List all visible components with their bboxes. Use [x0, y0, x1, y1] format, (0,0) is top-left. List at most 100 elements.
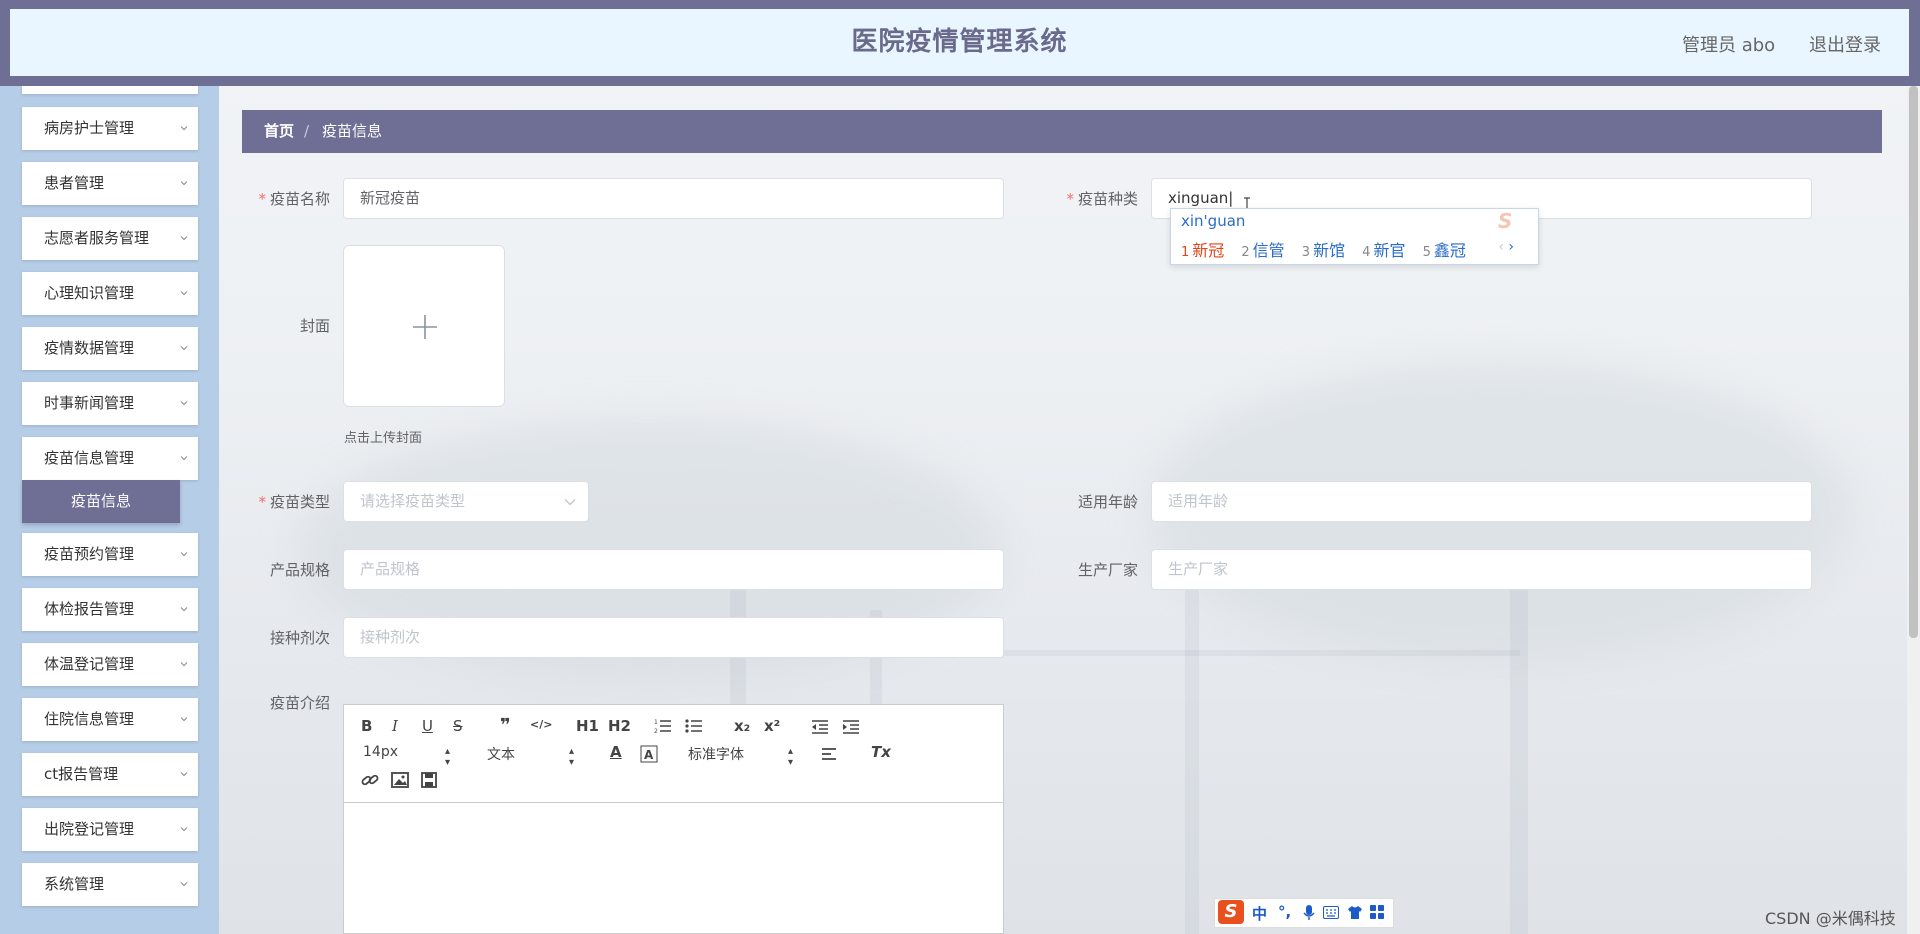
age-input[interactable]: 适用年龄: [1151, 481, 1812, 522]
underline-button[interactable]: U: [422, 717, 433, 735]
align-icon[interactable]: [821, 747, 837, 761]
vaccine-type-placeholder: 请选择疫苗类型: [360, 492, 466, 510]
breadcrumb-home[interactable]: 首页: [264, 110, 294, 153]
chevron-down-icon: [564, 499, 576, 506]
vaccine-type-select[interactable]: 请选择疫苗类型: [343, 481, 589, 522]
bold-button[interactable]: B: [361, 717, 372, 735]
font-family-value: 标准字体: [688, 747, 744, 763]
ime-candidate[interactable]: 3 新馆: [1302, 241, 1345, 260]
subscript-button[interactable]: x₂: [734, 717, 750, 735]
maker-input[interactable]: 生产厂家: [1151, 549, 1812, 590]
superscript-button[interactable]: x²: [764, 717, 780, 735]
rich-text-editor: B I U S ❞ </> H1 H2 12 x₂ x² 14px ▴ ▾ 文本 …: [343, 704, 1004, 934]
sidebar-item-vaccine-booking[interactable]: 疫苗预约管理: [22, 533, 198, 576]
chevron-down-icon: [180, 401, 188, 406]
page-scrollbar[interactable]: [1907, 86, 1920, 934]
app-title: 医院疫情管理系统: [851, 27, 1068, 57]
chevron-down-icon: [180, 346, 188, 351]
sidebar-item-system[interactable]: 系统管理: [22, 863, 198, 906]
header-select[interactable]: 文本 ▴ ▾: [487, 744, 577, 768]
chevron-down-icon: [180, 552, 188, 557]
chevron-down-icon: [180, 827, 188, 832]
sogou-logo-icon: S: [1218, 900, 1244, 924]
sidebar-subitem-vaccine-info[interactable]: 疫苗信息: [22, 480, 180, 523]
dose-input[interactable]: 接种剂次: [343, 617, 1004, 658]
video-icon[interactable]: [421, 772, 437, 788]
sidebar-item-checkup-report[interactable]: 体检报告管理: [22, 588, 198, 631]
chevron-down-icon: [180, 126, 188, 131]
sidebar-item-label: ct报告管理: [44, 765, 119, 783]
ime-prev-icon[interactable]: ‹: [1498, 239, 1504, 255]
clear-format-button[interactable]: Tx: [871, 743, 891, 761]
sidebar-item-hospitalization[interactable]: 住院信息管理: [22, 698, 198, 741]
svg-text:1: 1: [654, 719, 658, 726]
editor-content-area[interactable]: [344, 803, 1003, 933]
sidebar-item-partial[interactable]: [22, 86, 198, 94]
ime-page-nav[interactable]: ‹ ›: [1498, 239, 1514, 255]
sidebar-item-news[interactable]: 时事新闻管理: [22, 382, 198, 425]
microphone-icon[interactable]: [1303, 905, 1315, 921]
sidebar-item-label: 疫苗预约管理: [44, 545, 135, 563]
chevron-down-icon: [180, 181, 188, 186]
sidebar-item-epidemic-data[interactable]: 疫情数据管理: [22, 327, 198, 370]
blockquote-button[interactable]: ❞: [500, 715, 511, 736]
spec-input[interactable]: 产品规格: [343, 549, 1004, 590]
scrollbar-thumb[interactable]: [1909, 86, 1918, 638]
intro-label: 疫苗介绍: [269, 694, 330, 712]
font-size-value: 14px: [363, 744, 398, 760]
ime-punctuation-button[interactable]: °,: [1278, 903, 1291, 921]
ime-chinese-mode-button[interactable]: 中: [1252, 903, 1267, 924]
select-arrows-icon: ▴ ▾: [569, 746, 575, 768]
ime-candidate[interactable]: 2 信管: [1241, 241, 1284, 260]
header2-button[interactable]: H2: [608, 717, 631, 735]
bullet-list-icon[interactable]: [685, 718, 703, 734]
sidebar: 病房护士管理 患者管理 志愿者服务管理 心理知识管理 疫情数据管理 时事新闻管理…: [0, 86, 219, 934]
sidebar-item-volunteer[interactable]: 志愿者服务管理: [22, 217, 198, 260]
logout-link[interactable]: 退出登录: [1809, 31, 1881, 57]
editor-toolbar: B I U S ❞ </> H1 H2 12 x₂ x² 14px ▴ ▾ 文本 …: [344, 705, 1003, 803]
vaccine-name-input[interactable]: 新冠疫苗: [343, 178, 1004, 219]
dose-label: 接种剂次: [269, 629, 330, 647]
link-icon[interactable]: [361, 772, 379, 788]
ime-pinyin: xin'guan: [1181, 212, 1246, 230]
sidebar-item-patients[interactable]: 患者管理: [22, 162, 198, 205]
outdent-icon[interactable]: [811, 719, 829, 735]
breadcrumb-separator: /: [304, 122, 310, 140]
sidebar-item-label: 疫情数据管理: [44, 339, 135, 357]
italic-button[interactable]: I: [392, 717, 398, 735]
sidebar-item-label: 出院登记管理: [44, 820, 135, 838]
keyboard-icon[interactable]: [1323, 906, 1339, 919]
cover-upload[interactable]: [343, 245, 505, 407]
indent-icon[interactable]: [842, 719, 860, 735]
vaccine-kind-label: * 疫苗种类: [1066, 190, 1138, 208]
sidebar-item-label: 体检报告管理: [44, 600, 135, 618]
sidebar-item-label: 病房护士管理: [44, 119, 135, 137]
vaccine-kind-value: xinguan: [1168, 189, 1229, 207]
header1-button[interactable]: H1: [576, 717, 599, 735]
ime-candidate[interactable]: 4 新官: [1362, 241, 1405, 260]
font-family-select[interactable]: 标准字体 ▴ ▾: [688, 744, 798, 768]
strike-button[interactable]: S: [453, 717, 463, 735]
sidebar-item-ct-report[interactable]: ct报告管理: [22, 753, 198, 796]
sidebar-item-temperature[interactable]: 体温登记管理: [22, 643, 198, 686]
ime-candidate[interactable]: 1 新冠: [1181, 241, 1224, 260]
image-icon[interactable]: [391, 772, 409, 788]
csdn-watermark: CSDN @米偶科技: [1765, 909, 1896, 928]
ime-next-icon[interactable]: ›: [1508, 239, 1514, 255]
svg-text:2: 2: [654, 728, 658, 734]
font-size-select[interactable]: 14px ▴ ▾: [363, 744, 453, 768]
cover-upload-hint: 点击上传封面: [344, 431, 423, 446]
font-color-button[interactable]: A: [610, 743, 622, 761]
vaccine-name-label: * 疫苗名称: [258, 190, 330, 208]
toolbox-grid-icon[interactable]: [1370, 905, 1385, 920]
sidebar-item-vaccine-info[interactable]: 疫苗信息管理: [22, 437, 198, 480]
code-block-button[interactable]: </>: [530, 718, 552, 731]
skin-shirt-icon[interactable]: [1347, 905, 1363, 920]
sidebar-item-psychology[interactable]: 心理知识管理: [22, 272, 198, 315]
sidebar-item-label: 系统管理: [44, 875, 105, 893]
background-color-icon[interactable]: A: [640, 745, 658, 763]
ime-candidate[interactable]: 5 鑫冠: [1423, 241, 1466, 260]
sidebar-item-discharge[interactable]: 出院登记管理: [22, 808, 198, 851]
sidebar-item-ward-nurse[interactable]: 病房护士管理: [22, 107, 198, 150]
ordered-list-icon[interactable]: 12: [654, 718, 672, 734]
